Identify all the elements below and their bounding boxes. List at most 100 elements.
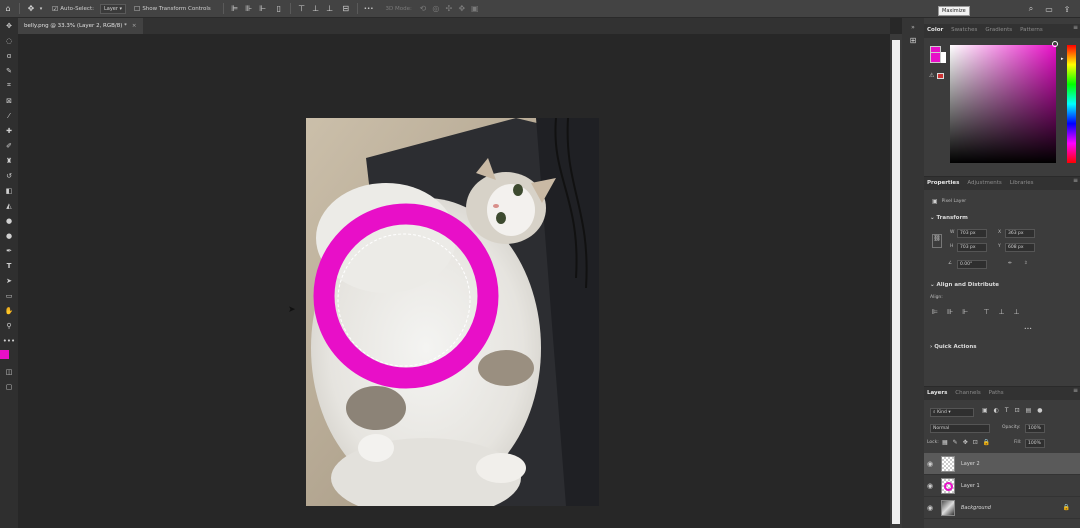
screen-mode-icon[interactable]: ▢ bbox=[0, 379, 18, 394]
distribute-icon[interactable]: ▯ bbox=[274, 4, 284, 14]
foreground-color-front[interactable] bbox=[930, 52, 941, 63]
edit-toolbar-icon[interactable]: ••• bbox=[0, 333, 18, 348]
eyedropper-tool-icon[interactable]: ⁄ bbox=[0, 108, 18, 123]
rectangle-tool-icon[interactable]: ▭ bbox=[0, 288, 18, 303]
fill-field[interactable]: 100% bbox=[1025, 439, 1045, 448]
align-more-button[interactable]: ••• bbox=[1024, 327, 1032, 332]
tab-patterns[interactable]: Patterns bbox=[1017, 24, 1046, 36]
lock-position-icon[interactable]: ✥ bbox=[963, 439, 968, 446]
quick-actions-title[interactable]: › Quick Actions bbox=[930, 344, 977, 350]
hand-tool-icon[interactable]: ✋ bbox=[0, 303, 18, 318]
opacity-field[interactable]: 100% bbox=[1025, 424, 1045, 433]
smart-object-filter-icon[interactable]: ▤ bbox=[1026, 407, 1032, 414]
quick-mask-icon[interactable]: ◫ bbox=[0, 364, 18, 379]
lock-transparency-icon[interactable]: ▦ bbox=[942, 439, 948, 446]
transform-section-title[interactable]: ⌄ Transform bbox=[930, 215, 968, 221]
align-left-icon[interactable]: ⊫ bbox=[932, 308, 938, 316]
color-picker-field[interactable] bbox=[950, 45, 1056, 163]
tab-paths[interactable]: Paths bbox=[986, 387, 1007, 399]
align-left-icon[interactable]: ⊫ bbox=[230, 4, 240, 14]
x-field[interactable]: 363 px bbox=[1005, 229, 1035, 238]
layer-name[interactable]: Layer 1 bbox=[961, 483, 980, 489]
visibility-eye-icon[interactable]: ◉ bbox=[924, 504, 936, 512]
color-swatches[interactable] bbox=[0, 348, 18, 364]
align-middle-icon[interactable]: ⊥ bbox=[311, 4, 321, 14]
checkbox-icon[interactable]: ☐ bbox=[134, 5, 140, 13]
align-center-icon[interactable]: ⊪ bbox=[244, 4, 254, 14]
auto-select-dropdown[interactable]: Layer ▾ bbox=[99, 3, 127, 14]
layer-row-layer-2[interactable]: ◉ Layer 2 bbox=[924, 453, 1080, 475]
align-section-title[interactable]: ⌄ Align and Distribute bbox=[930, 282, 999, 288]
y-field[interactable]: 608 px bbox=[1005, 243, 1035, 252]
chevron-right-icon[interactable]: › bbox=[930, 344, 932, 350]
3d-roll-icon[interactable]: ◎ bbox=[431, 4, 441, 14]
close-tab-icon[interactable]: × bbox=[132, 23, 137, 29]
3d-drag-icon[interactable]: ✣ bbox=[444, 4, 454, 14]
more-options-button[interactable]: ••• bbox=[364, 6, 374, 12]
healing-brush-icon[interactable]: ✚ bbox=[0, 123, 18, 138]
align-top-icon[interactable]: ⊤ bbox=[297, 4, 307, 14]
dodge-tool-icon[interactable]: ● bbox=[0, 228, 18, 243]
tab-libraries[interactable]: Libraries bbox=[1007, 177, 1037, 189]
width-field[interactable]: 703 px bbox=[957, 229, 987, 238]
share-icon[interactable]: ⇪ bbox=[1062, 4, 1072, 14]
foreground-color-swatch[interactable] bbox=[0, 350, 9, 359]
filter-toggle-icon[interactable]: ● bbox=[1037, 407, 1042, 414]
auto-select-toggle[interactable]: ☑ Auto-Select: bbox=[52, 5, 94, 13]
align-right-icon[interactable]: ⊩ bbox=[258, 4, 268, 14]
3d-camera-icon[interactable]: ▣ bbox=[470, 4, 480, 14]
collapse-icon[interactable]: » bbox=[902, 24, 924, 36]
blend-mode-select[interactable]: Normal bbox=[930, 424, 990, 433]
document-canvas[interactable] bbox=[306, 118, 599, 506]
type-filter-icon[interactable]: T bbox=[1005, 407, 1009, 414]
crop-tool-icon[interactable]: ⌗ bbox=[0, 78, 18, 93]
hue-slider[interactable] bbox=[1067, 45, 1076, 163]
pixel-filter-icon[interactable]: ▣ bbox=[982, 407, 988, 414]
home-icon[interactable]: ⌂ bbox=[3, 4, 13, 14]
align-top-icon[interactable]: ⊤ bbox=[983, 308, 989, 316]
align-bottom-icon[interactable]: ⊥ bbox=[1014, 308, 1020, 316]
path-select-icon[interactable]: ➤ bbox=[0, 273, 18, 288]
search-icon[interactable]: ⌕ bbox=[1026, 4, 1036, 14]
lock-pixels-icon[interactable]: ✎ bbox=[953, 439, 958, 446]
type-tool-icon[interactable]: T bbox=[0, 258, 18, 273]
panel-menu-icon[interactable]: ≡ bbox=[1073, 387, 1078, 394]
zoom-tool-icon[interactable]: ⚲ bbox=[0, 318, 18, 333]
show-transform-toggle[interactable]: ☐ Show Transform Controls bbox=[134, 5, 211, 13]
hue-slider-handle[interactable]: ▸ bbox=[1061, 56, 1064, 62]
lasso-tool-icon[interactable]: ɑ bbox=[0, 48, 18, 63]
flip-horizontal-icon[interactable]: ⇹ bbox=[1008, 261, 1012, 266]
color-picker-handle[interactable] bbox=[1052, 41, 1058, 47]
filter-kind-select[interactable]: ⌕ Kind ▾ bbox=[930, 408, 974, 417]
lock-artboard-icon[interactable]: ⊡ bbox=[973, 439, 978, 446]
3d-rotate-icon[interactable]: ⟲ bbox=[418, 4, 428, 14]
lock-all-icon[interactable]: 🔒 bbox=[983, 439, 990, 446]
clone-stamp-icon[interactable]: ♜ bbox=[0, 153, 18, 168]
pen-tool-icon[interactable]: ✒ bbox=[0, 243, 18, 258]
tab-layers[interactable]: Layers bbox=[924, 387, 950, 399]
panel-menu-icon[interactable]: ≡ bbox=[1073, 24, 1078, 31]
distribute-vertical-icon[interactable]: ⊟ bbox=[341, 4, 351, 14]
layer-name[interactable]: Background bbox=[961, 505, 991, 511]
document-tab[interactable]: belly.png @ 33.3% (Layer 2, RGB/8) * × bbox=[18, 18, 143, 34]
angle-field[interactable]: 0.00° bbox=[957, 260, 987, 269]
3d-slide-icon[interactable]: ✥ bbox=[457, 4, 467, 14]
tab-gradients[interactable]: Gradients bbox=[982, 24, 1015, 36]
marquee-tool-icon[interactable]: ◌ bbox=[0, 33, 18, 48]
tab-adjustments[interactable]: Adjustments bbox=[964, 177, 1004, 189]
visibility-eye-icon[interactable]: ◉ bbox=[924, 460, 936, 468]
panel-menu-icon[interactable]: ≡ bbox=[1073, 177, 1078, 184]
gradient-tool-icon[interactable]: ◭ bbox=[0, 198, 18, 213]
history-panel-icon[interactable]: ⊞ bbox=[902, 36, 924, 50]
chevron-down-icon[interactable]: ⌄ bbox=[930, 282, 935, 288]
scrollbar-track[interactable] bbox=[892, 40, 900, 524]
checkbox-icon[interactable]: ☑ bbox=[52, 5, 58, 13]
quick-select-tool-icon[interactable]: ✎ bbox=[0, 63, 18, 78]
tab-swatches[interactable]: Swatches bbox=[948, 24, 980, 36]
tab-color[interactable]: Color bbox=[924, 24, 946, 36]
visibility-eye-icon[interactable]: ◉ bbox=[924, 482, 936, 490]
align-center-icon[interactable]: ⊪ bbox=[947, 308, 953, 316]
eraser-tool-icon[interactable]: ◧ bbox=[0, 183, 18, 198]
move-tool-icon[interactable]: ✥ bbox=[26, 4, 36, 14]
move-tool-icon[interactable]: ✥ bbox=[0, 18, 18, 33]
